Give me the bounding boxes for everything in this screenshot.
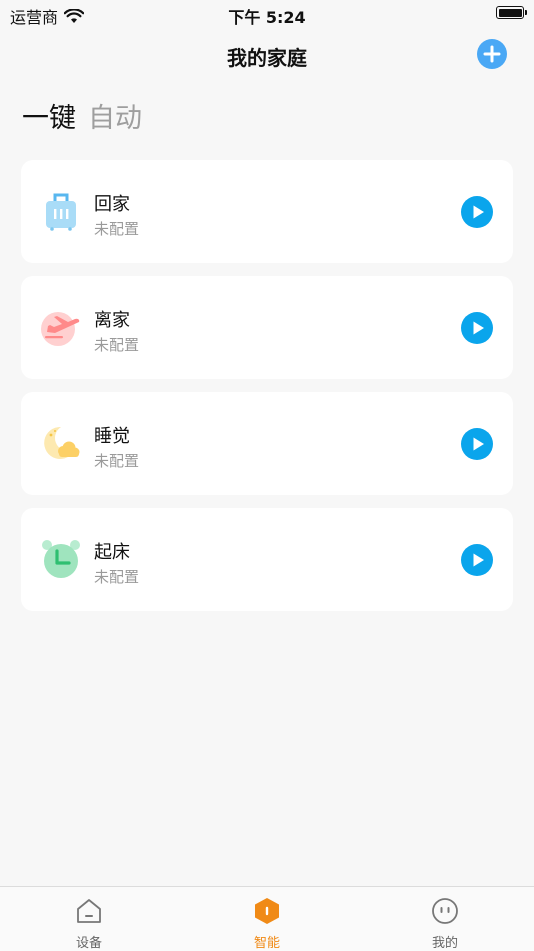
alarm-clock-icon: [42, 540, 80, 578]
scene-status: 未配置: [94, 452, 140, 470]
play-icon: [473, 437, 484, 451]
run-scene-button[interactable]: [461, 312, 493, 344]
tab-one-click[interactable]: 一键: [22, 96, 76, 135]
scene-card-home[interactable]: 回家 未配置: [21, 160, 513, 263]
face-icon: [432, 898, 458, 924]
add-scene-button[interactable]: [477, 39, 507, 69]
tab-label: 我的: [431, 936, 458, 951]
tab-automatic[interactable]: 自动: [88, 96, 142, 135]
page-title: 我的家庭: [227, 46, 307, 70]
battery-icon: [496, 6, 527, 19]
scene-name: 离家: [94, 310, 130, 331]
bottom-tab-bar: 设备 智能 我的: [0, 886, 534, 951]
tab-label: 智能: [253, 936, 280, 951]
run-scene-button[interactable]: [461, 196, 493, 228]
hexagon-smart-icon: [255, 898, 279, 924]
scene-name: 起床: [94, 542, 130, 563]
play-icon: [473, 553, 484, 567]
status-time: 下午 5:24: [228, 8, 306, 27]
scene-status: 未配置: [94, 336, 140, 354]
run-scene-button[interactable]: [461, 544, 493, 576]
status-bar: 运营商 下午 5:24: [0, 0, 534, 28]
run-scene-button[interactable]: [461, 428, 493, 460]
moon-cloud-icon: [44, 426, 80, 459]
play-icon: [473, 321, 484, 335]
scene-name: 睡觉: [94, 426, 130, 447]
nav-bar: 我的家庭: [0, 28, 534, 80]
scene-card-wake[interactable]: 起床 未配置: [21, 508, 513, 611]
scene-name: 回家: [94, 194, 130, 215]
airplane-icon: [41, 312, 80, 346]
plus-icon: [483, 45, 501, 63]
scene-list: 回家 未配置 离家 未配置 睡觉 未配置 起床 未配置: [21, 160, 513, 624]
tab-devices[interactable]: 设备: [29, 887, 149, 951]
scene-status: 未配置: [94, 568, 140, 586]
tab-label: 设备: [75, 936, 102, 951]
scene-status: 未配置: [94, 220, 140, 238]
tab-smart[interactable]: 智能: [207, 887, 327, 951]
play-icon: [473, 205, 484, 219]
luggage-icon: [46, 193, 76, 231]
scene-card-sleep[interactable]: 睡觉 未配置: [21, 392, 513, 495]
home-icon: [77, 899, 101, 923]
scene-card-leave[interactable]: 离家 未配置: [21, 276, 513, 379]
mode-tabs: 一键 自动: [22, 96, 142, 135]
tab-mine[interactable]: 我的: [385, 887, 505, 951]
